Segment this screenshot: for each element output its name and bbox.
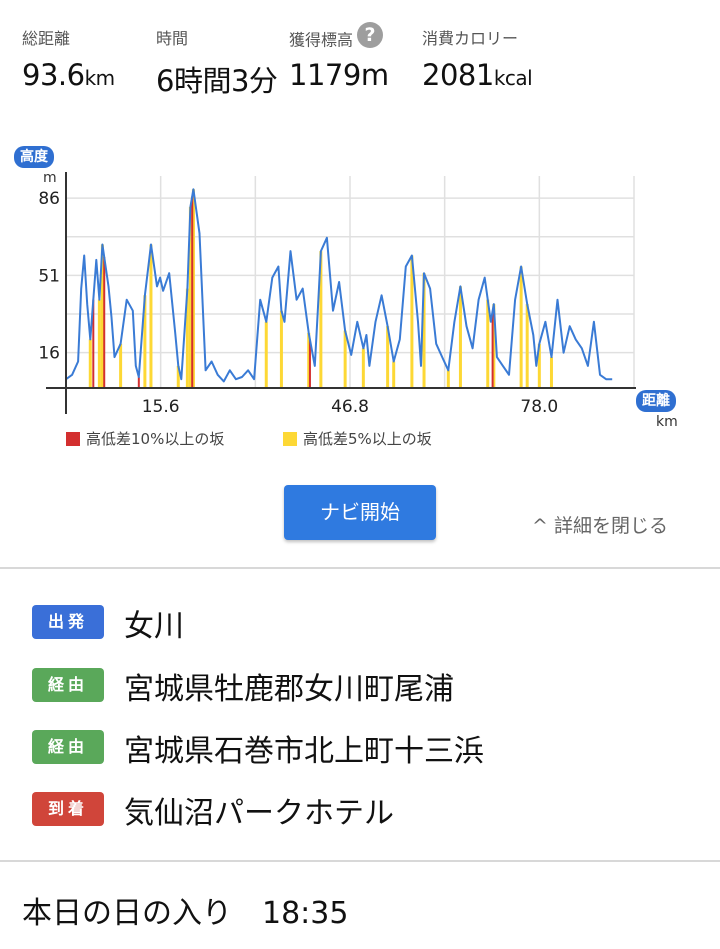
stat-calories: 消費カロリー 2081kcal bbox=[422, 28, 533, 92]
stat-time: 時間 6時間3分 bbox=[156, 28, 278, 100]
close-details-link[interactable]: ^ 詳細を閉じる bbox=[532, 511, 668, 538]
chart-ticks: 16 51 86 15.6 46.8 78.0 bbox=[38, 189, 558, 417]
route-place: 宮城県石巻市北上町十三浜 bbox=[124, 734, 484, 769]
badge-arrival: 到着 bbox=[32, 792, 104, 826]
stat-elevation-label: 獲得標高? bbox=[289, 22, 389, 50]
calories-number: 2081 bbox=[422, 58, 494, 92]
route-place: 気仙沼パークホテル bbox=[124, 796, 394, 831]
x-tick-label: 46.8 bbox=[331, 397, 369, 417]
badge-waypoint: 経由 bbox=[32, 730, 104, 764]
badge-waypoint: 経由 bbox=[32, 668, 104, 702]
distance-number: 93.6 bbox=[22, 58, 85, 92]
stat-calories-label: 消費カロリー bbox=[422, 29, 519, 48]
elevation-number: 1179 bbox=[289, 58, 361, 92]
elevation-unit: m bbox=[360, 58, 389, 92]
sunset-time: 18:35 bbox=[262, 896, 349, 931]
stat-time-label: 時間 bbox=[156, 29, 189, 48]
route-stats: 総距離 93.6km 時間 6時間3分 獲得標高? 1179m 消費カロリー 2… bbox=[0, 22, 720, 100]
y-tick-label: 51 bbox=[38, 266, 60, 286]
elevation-chart: 16 51 86 15.6 46.8 78.0 bbox=[38, 172, 636, 417]
sunset-label: 本日の日の入り bbox=[22, 896, 232, 931]
route-place: 宮城県牡鹿郡女川町尾浦 bbox=[124, 672, 454, 707]
badge-departure: 出発 bbox=[32, 605, 104, 639]
stat-distance-value: 93.6km bbox=[22, 58, 115, 92]
sunset-info: 本日の日の入り 18:35 bbox=[22, 888, 348, 932]
legend-item-10pct: 高低差10%以上の坂 bbox=[66, 428, 224, 449]
legend-label-10pct: 高低差10%以上の坂 bbox=[86, 430, 225, 448]
calories-unit: kcal bbox=[493, 66, 533, 90]
stat-elevation-value: 1179m bbox=[289, 58, 389, 92]
stat-distance: 総距離 93.6km bbox=[22, 28, 115, 92]
legend-label-5pct: 高低差5%以上の坂 bbox=[303, 430, 432, 448]
legend-swatch-yellow bbox=[283, 432, 297, 446]
start-navigation-button[interactable]: ナビ開始 bbox=[284, 485, 436, 540]
y-tick-label: 16 bbox=[38, 344, 60, 364]
legend-item-5pct: 高低差5%以上の坂 bbox=[283, 428, 432, 449]
distance-unit: km bbox=[84, 66, 116, 90]
stat-time-value: 6時間3分 bbox=[156, 64, 278, 98]
stat-calories-value: 2081kcal bbox=[422, 58, 533, 92]
divider bbox=[0, 860, 720, 862]
stat-elevation-gain: 獲得標高? 1179m bbox=[289, 22, 389, 92]
help-icon[interactable]: ? bbox=[357, 22, 384, 48]
y-tick-label: 86 bbox=[38, 189, 60, 209]
route-place: 女川 bbox=[124, 609, 184, 644]
divider bbox=[0, 567, 720, 569]
elevation-label-text: 獲得標高 bbox=[289, 30, 354, 50]
x-tick-label: 15.6 bbox=[142, 397, 180, 417]
stat-distance-label: 総距離 bbox=[22, 29, 71, 48]
legend-swatch-red bbox=[66, 432, 80, 446]
x-tick-label: 78.0 bbox=[520, 397, 558, 417]
